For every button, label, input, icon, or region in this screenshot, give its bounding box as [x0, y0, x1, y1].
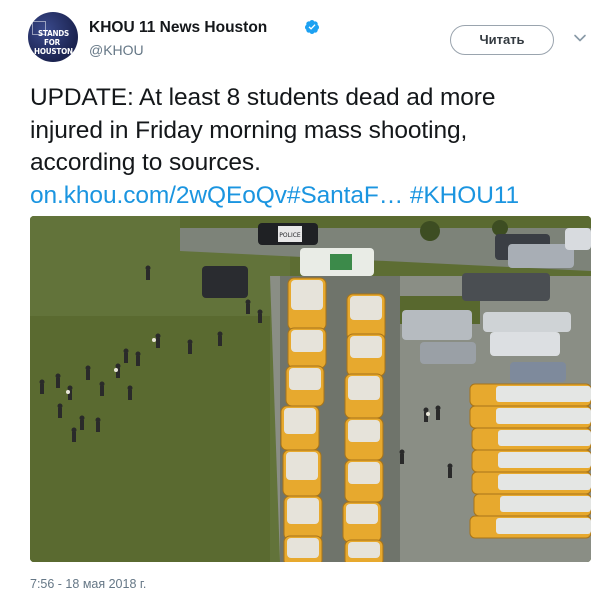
hashtag-link[interactable]: #KHOU11: [410, 182, 519, 209]
account-handle[interactable]: @KHOU: [89, 42, 144, 58]
account-name[interactable]: KHOU 11 News Houston: [89, 19, 267, 37]
verified-badge-icon: [304, 20, 319, 34]
tweet-line: UPDATE: At least 8 students dead ad more: [30, 84, 496, 111]
tweet-photo[interactable]: POLICE: [30, 216, 591, 562]
avatar[interactable]: STANDS FOR HOUSTON: [28, 12, 78, 62]
tweet-links-line: on.khou.com/2wQEoQv#SantaF… #KHOU11: [30, 180, 590, 213]
tweet-timestamp[interactable]: 7:56 - 18 мая 2018 г.: [30, 577, 146, 591]
tweet-text: UPDATE: At least 8 students dead ad more…: [30, 82, 590, 212]
police-label: POLICE: [279, 232, 301, 239]
avatar-logo-text: STANDS FOR HOUSTON: [34, 29, 73, 56]
aerial-photo: POLICE: [30, 216, 591, 562]
tweet-line: according to sources.: [30, 149, 261, 176]
follow-button[interactable]: Читать: [450, 25, 554, 55]
tweet-link[interactable]: on.khou.com/2wQEoQv: [30, 182, 287, 209]
hashtag-link[interactable]: #SantaF…: [287, 182, 403, 209]
tweet-line: injured in Friday morning mass shooting,: [30, 116, 468, 144]
chevron-down-icon[interactable]: [572, 30, 588, 46]
